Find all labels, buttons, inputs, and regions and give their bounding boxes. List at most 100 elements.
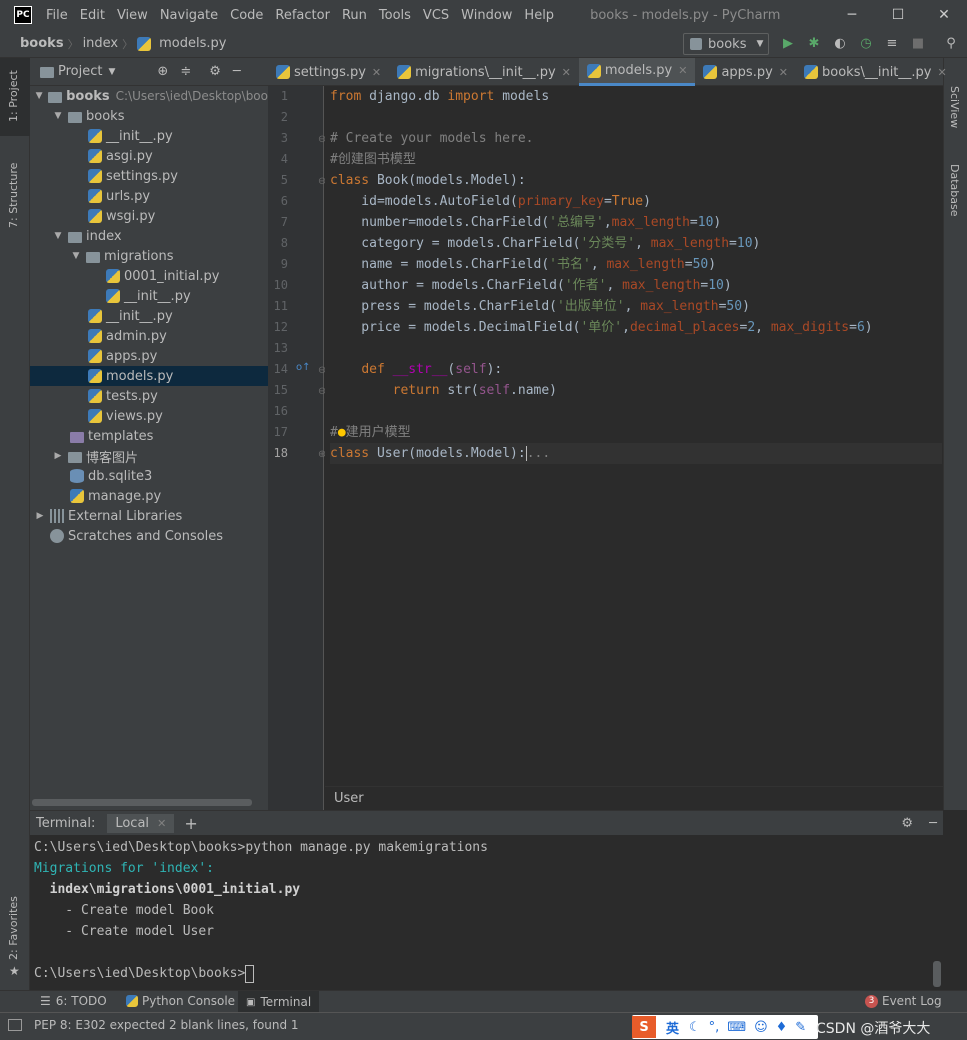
navigation-bar: books 〉 index 〉 models.py books ▼ ▶ ✱ ◐ … [0, 30, 967, 58]
menu-window[interactable]: Window [455, 8, 518, 23]
menu-help[interactable]: Help [518, 8, 560, 23]
tab-books-init[interactable]: books\__init__.py ✕ [796, 58, 955, 86]
collapse-all-icon[interactable]: ≑ [180, 64, 191, 79]
gear-icon[interactable]: ⚙ [901, 816, 913, 831]
concurrency-icon[interactable]: ≡ [884, 36, 900, 52]
toggle-tool-windows-icon[interactable] [8, 1019, 22, 1031]
tree-item-scratches[interactable]: Scratches and Consoles [30, 526, 268, 546]
tab-python-console[interactable]: Python Console [126, 994, 235, 1008]
code-line: # Create your models here. [330, 131, 534, 146]
tab-sciview[interactable]: SciView [948, 86, 961, 128]
terminal-line: Migrations for 'index': [34, 861, 215, 876]
ime-toolbar[interactable]: S 英 ☾ °, ⌨ ☺ ♦ ✎ [632, 1015, 818, 1039]
override-marker-icon[interactable]: o↑ [296, 362, 311, 373]
tree-item-label: index [86, 228, 122, 244]
tree-item-index[interactable]: ▼ index [30, 226, 268, 246]
menu-view[interactable]: View [111, 8, 154, 23]
python-console-icon [126, 995, 138, 1007]
tree-item-db[interactable]: db.sqlite3 [30, 466, 268, 486]
code-line: name = models.CharField('书名', max_length… [330, 257, 717, 272]
search-icon[interactable]: ⚲ [943, 36, 959, 52]
tab-project[interactable]: 1: Project [7, 70, 20, 122]
tree-item-tests[interactable]: tests.py [30, 386, 268, 406]
tab-migrations-init[interactable]: migrations\__init__.py ✕ [389, 58, 579, 86]
menu-code[interactable]: Code [224, 8, 269, 23]
tree-item-index-init[interactable]: __init__.py [30, 306, 268, 326]
hide-icon[interactable]: ─ [929, 816, 937, 831]
tree-item-wsgi[interactable]: wsgi.py [30, 206, 268, 226]
run-icon[interactable]: ▶ [780, 36, 796, 52]
tree-item-admin[interactable]: admin.py [30, 326, 268, 346]
lightbulb-icon[interactable]: ● [338, 425, 346, 440]
menu-tools[interactable]: Tools [373, 8, 417, 23]
debug-icon[interactable]: ✱ [806, 36, 822, 52]
stop-icon[interactable]: ■ [910, 36, 926, 52]
menu-file[interactable]: File [40, 8, 74, 23]
tree-item-settings[interactable]: settings.py [30, 166, 268, 186]
tab-settings-py[interactable]: settings.py ✕ [268, 58, 389, 86]
tab-todo[interactable]: ☰ 6: TODO [40, 994, 107, 1008]
menu-vcs[interactable]: VCS [417, 8, 455, 23]
breadcrumb-index[interactable]: index [79, 36, 123, 51]
close-icon[interactable]: ✕ [937, 66, 946, 79]
tab-apps-py[interactable]: apps.py ✕ [695, 58, 796, 86]
tree-item-migrations-init[interactable]: __init__.py [30, 286, 268, 306]
tree-item-books[interactable]: ▼ books [30, 106, 268, 126]
add-terminal-icon[interactable]: + [184, 814, 197, 833]
tab-terminal[interactable]: ▣ Terminal [238, 991, 320, 1013]
terminal-icon: ▣ [246, 996, 256, 1008]
menu-refactor[interactable]: Refactor [269, 8, 336, 23]
close-icon[interactable]: ✕ [562, 66, 571, 79]
tree-item-models[interactable]: models.py [30, 366, 268, 386]
tree-item-asgi[interactable]: asgi.py [30, 146, 268, 166]
line-number: 4 [280, 152, 288, 166]
editor-breadcrumb-item[interactable]: User [334, 791, 364, 806]
tab-models-py[interactable]: models.py ✕ [578, 58, 696, 86]
menu-edit[interactable]: Edit [74, 8, 111, 23]
close-button[interactable]: ✕ [921, 0, 967, 30]
tab-favorites[interactable]: 2: Favorites [7, 896, 20, 960]
minimize-button[interactable]: ─ [829, 0, 875, 30]
tree-item-templates[interactable]: templates [30, 426, 268, 446]
close-icon[interactable]: ✕ [678, 64, 687, 77]
hide-icon[interactable]: ─ [233, 64, 241, 79]
tab-database[interactable]: Database [948, 164, 961, 217]
tree-item-apps[interactable]: apps.py [30, 346, 268, 366]
chevron-down-icon[interactable]: ▼ [108, 67, 115, 77]
horizontal-scrollbar[interactable] [32, 799, 252, 806]
python-file-icon [88, 169, 102, 183]
tree-item-urls[interactable]: urls.py [30, 186, 268, 206]
menu-navigate[interactable]: Navigate [154, 8, 224, 23]
terminal-tab-local[interactable]: Local ✕ [107, 813, 175, 833]
tree-item-images[interactable]: ▶ 博客图片 [30, 446, 268, 466]
breadcrumb-books[interactable]: books [16, 36, 68, 51]
templates-folder-icon [70, 431, 84, 443]
terminal-prompt[interactable]: C:\Users\ied\Desktop\books> [34, 963, 255, 984]
locate-icon[interactable]: ⊕ [157, 64, 168, 79]
gear-icon[interactable]: ⚙ [209, 64, 221, 79]
code-editor[interactable]: from django.db import models # Create yo… [325, 86, 943, 786]
close-icon[interactable]: ✕ [779, 66, 788, 79]
menu-run[interactable]: Run [336, 8, 373, 23]
maximize-button[interactable]: ☐ [875, 0, 921, 30]
project-view-select[interactable]: Project [58, 64, 102, 79]
coverage-icon[interactable]: ◐ [832, 36, 848, 52]
tree-item-root[interactable]: ▼ books C:\Users\ied\Desktop\boo [30, 86, 268, 106]
tree-item-migrations[interactable]: ▼ migrations [30, 246, 268, 266]
tree-item-manage[interactable]: manage.py [30, 486, 268, 506]
breadcrumb-models[interactable]: models.py [155, 36, 230, 51]
close-icon[interactable]: ✕ [372, 66, 381, 79]
event-log-button[interactable]: 3 Event Log [865, 994, 942, 1008]
python-file-icon [88, 149, 102, 163]
tab-structure[interactable]: 7: Structure [7, 163, 20, 228]
profile-icon[interactable]: ◷ [858, 36, 874, 52]
tree-item-0001-initial[interactable]: 0001_initial.py [30, 266, 268, 286]
python-file-icon [88, 309, 102, 323]
tree-item-views[interactable]: views.py [30, 406, 268, 426]
terminal-header: Terminal: Local ✕ + ⚙ ─ [30, 811, 943, 835]
run-config-select[interactable]: books ▼ [683, 33, 769, 55]
tree-item-books-init[interactable]: __init__.py [30, 126, 268, 146]
tree-item-external-libraries[interactable]: ▶ External Libraries [30, 506, 268, 526]
vertical-scrollbar[interactable] [933, 961, 941, 987]
close-icon[interactable]: ✕ [157, 817, 166, 830]
